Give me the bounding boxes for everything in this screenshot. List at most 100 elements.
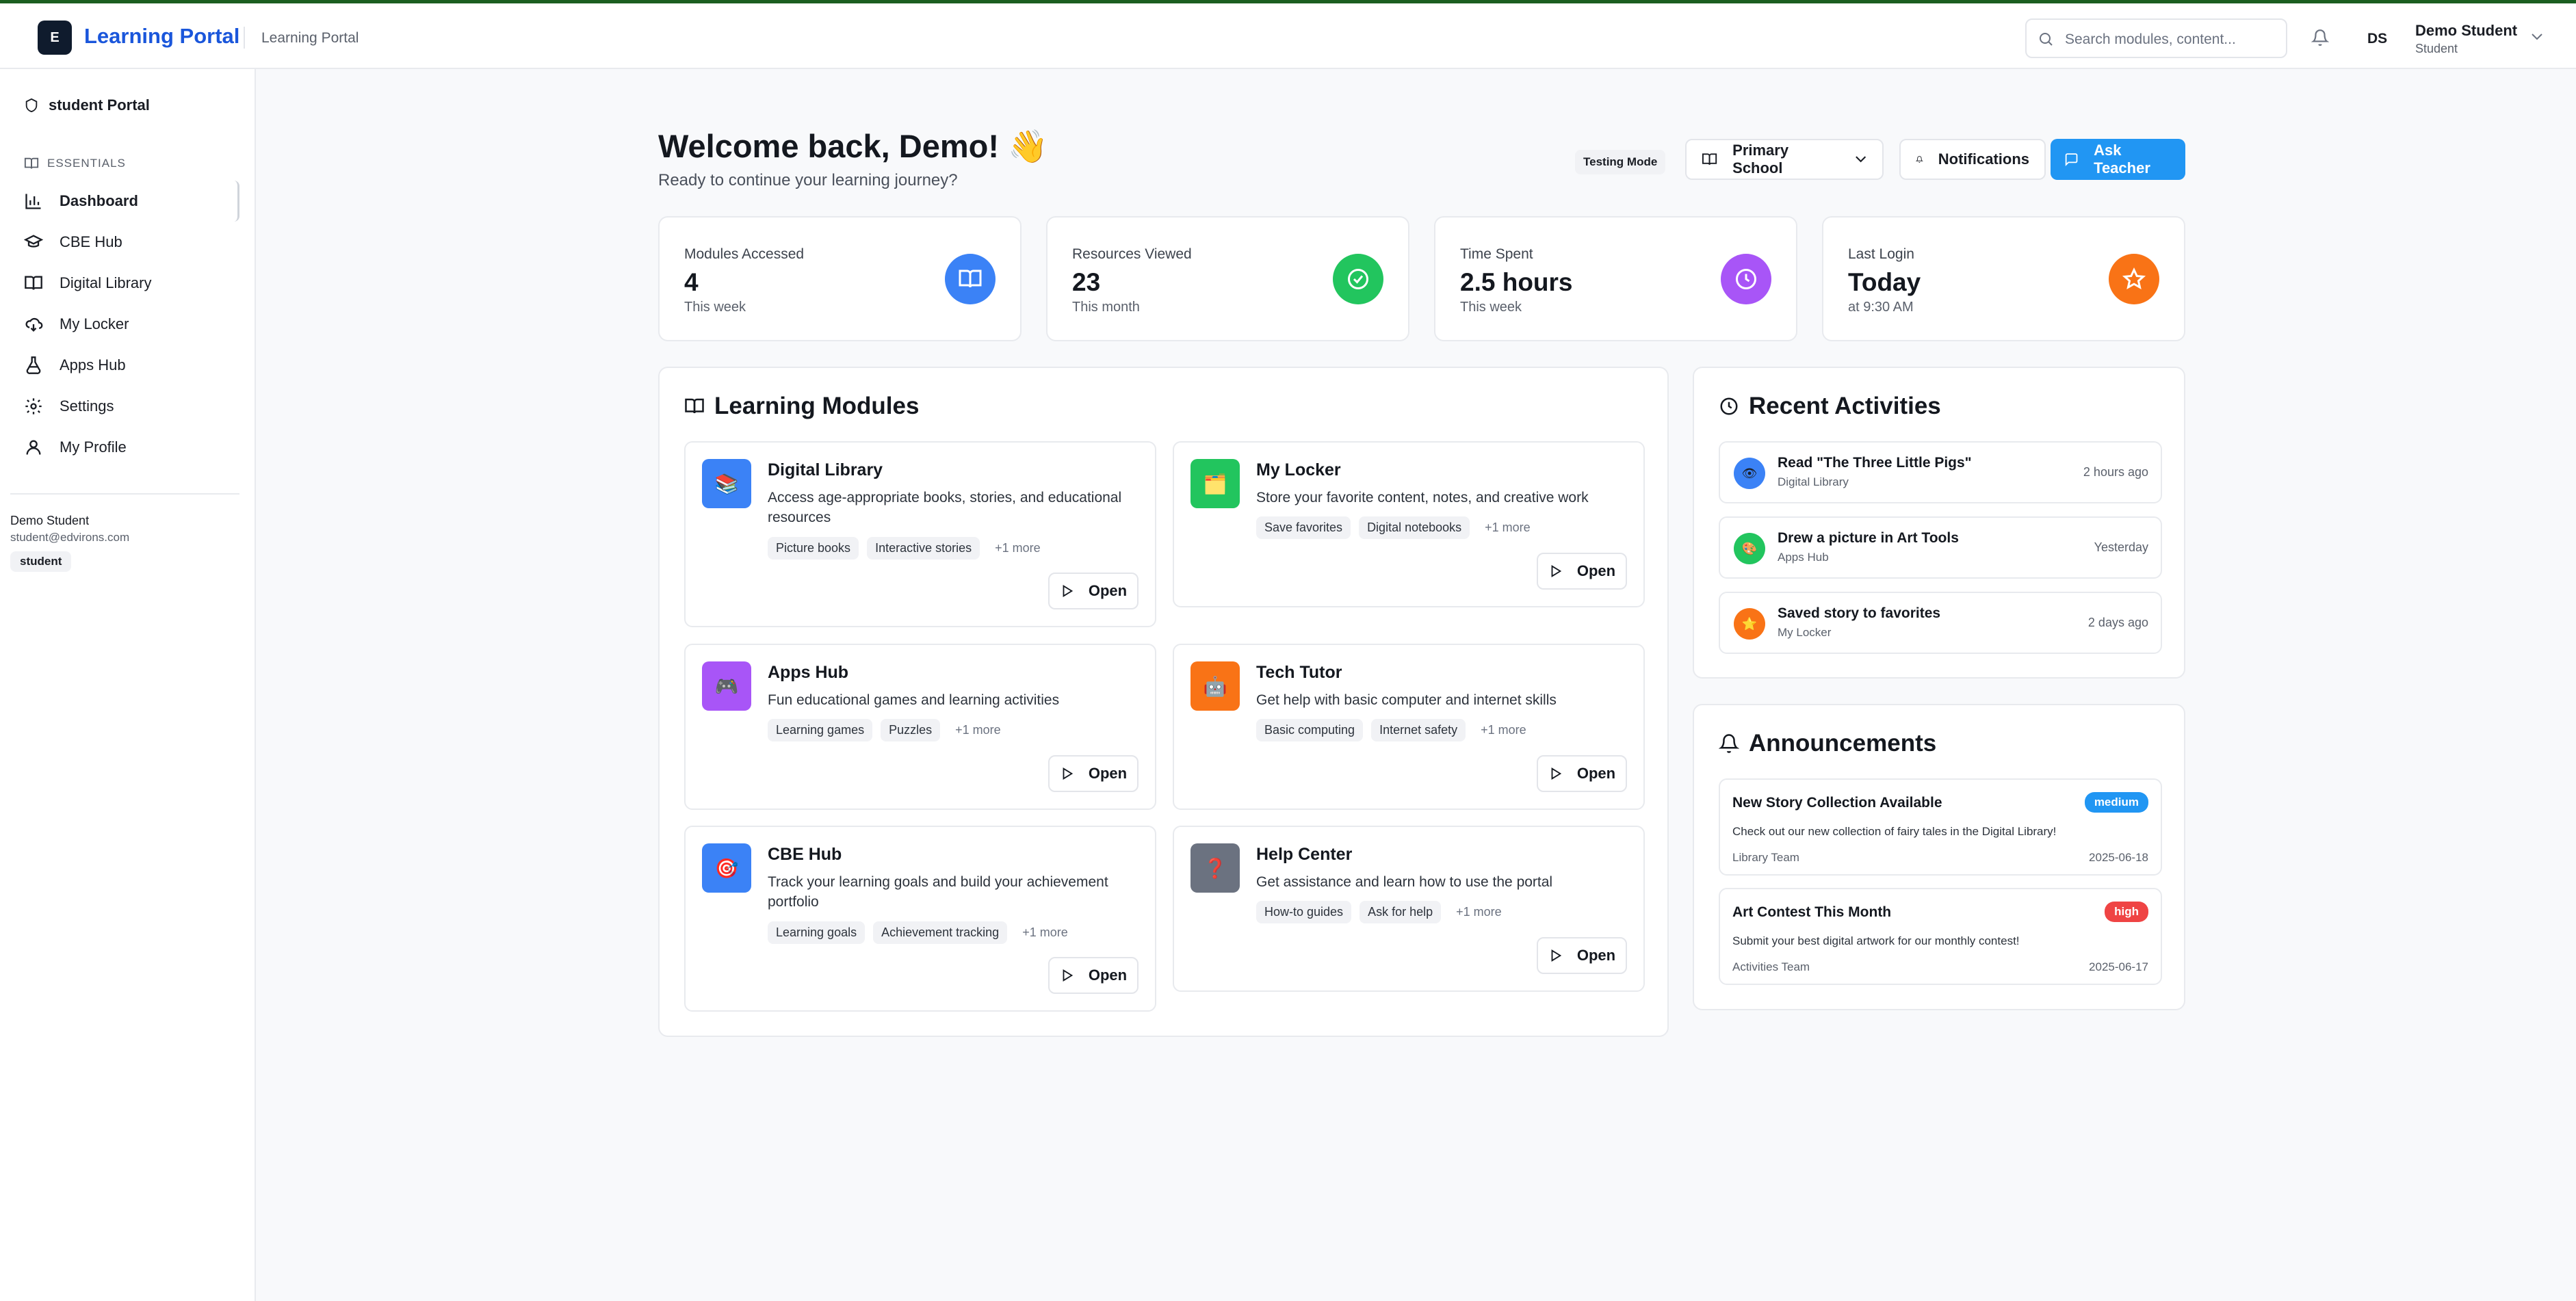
page-subtitle: Ready to continue your learning journey? — [658, 171, 958, 189]
open-label: Open — [1088, 765, 1128, 782]
open-button[interactable]: Open — [1537, 755, 1627, 792]
activity-title: Read "The Three Little Pigs" — [1778, 455, 1972, 471]
open-button[interactable]: Open — [1537, 937, 1627, 974]
priority-badge: high — [2105, 902, 2148, 922]
sidebar: student Portal ESSENTIALS Dashboard CBE … — [0, 69, 256, 1301]
panel-title: Announcements — [1719, 730, 1936, 757]
search-input[interactable]: Search modules, content... — [2025, 18, 2287, 58]
sidebar-item-digital-library[interactable]: Digital Library — [10, 263, 239, 304]
module-title: My Locker — [1256, 460, 1341, 479]
avatar[interactable]: DS — [2367, 31, 2387, 47]
ask-teacher-button[interactable]: Ask Teacher — [2051, 139, 2185, 180]
open-label: Open — [1088, 582, 1128, 599]
module-tags: Learning goals Achievement tracking +1 m… — [768, 921, 1068, 944]
tag: Internet safety — [1371, 719, 1466, 741]
module-title: CBE Hub — [768, 845, 842, 864]
stat-sub: This month — [1072, 300, 1140, 315]
activity-time: Yesterday — [2094, 540, 2148, 554]
sidebar-item-my-profile[interactable]: My Profile — [10, 427, 239, 468]
module-card-digital-library[interactable]: 📚 Digital Library Access age-appropriate… — [684, 441, 1156, 627]
tag: Achievement tracking — [873, 921, 1008, 944]
announcement-author: Activities Team — [1732, 960, 1810, 973]
stat-label: Time Spent — [1460, 246, 1533, 262]
sidebar-item-my-locker[interactable]: My Locker — [10, 304, 239, 345]
search-placeholder: Search modules, content... — [2065, 31, 2236, 47]
sidebar-item-apps-hub[interactable]: Apps Hub — [10, 345, 239, 386]
module-tags: Picture books Interactive stories +1 mor… — [768, 537, 1041, 560]
sidebar-item-cbe-hub[interactable]: CBE Hub — [10, 222, 239, 263]
notifications-button[interactable]: Notifications — [1899, 139, 2046, 180]
activity-source: Apps Hub — [1778, 551, 1829, 564]
section-label: ESSENTIALS — [24, 156, 126, 171]
module-tags: Basic computing Internet safety +1 more — [1256, 719, 1526, 741]
eye-icon: 👁 — [1734, 458, 1765, 489]
user-menu[interactable]: Demo Student Student — [2415, 22, 2517, 56]
module-tags: Learning games Puzzles +1 more — [768, 719, 1001, 741]
module-title: Help Center — [1256, 845, 1353, 864]
open-button[interactable]: Open — [1048, 957, 1139, 994]
open-button[interactable]: Open — [1048, 573, 1139, 609]
activity-item[interactable]: 🎨 Drew a picture in Art Tools Apps Hub Y… — [1719, 516, 2162, 579]
sidebar-item-settings[interactable]: Settings — [10, 386, 239, 427]
sidebar-item-label: Settings — [60, 397, 114, 415]
open-button[interactable]: Open — [1537, 553, 1627, 590]
stat-value: 2.5 hours — [1460, 268, 1573, 296]
stat-sub: This week — [684, 300, 746, 315]
open-label: Open — [1576, 765, 1616, 782]
activity-time: 2 hours ago — [2083, 465, 2148, 479]
stat-card-resources: Resources Viewed 23 This month — [1046, 216, 1409, 341]
stat-label: Resources Viewed — [1072, 246, 1192, 262]
portal-title-label: student Portal — [49, 96, 150, 114]
sidebar-item-dashboard[interactable]: Dashboard — [10, 181, 239, 222]
divider — [10, 493, 239, 495]
logo[interactable]: E — [38, 21, 72, 55]
announcement-item[interactable]: New Story Collection Available medium Ch… — [1719, 778, 2162, 876]
tag: Basic computing — [1256, 719, 1364, 741]
more-tags: +1 more — [995, 541, 1041, 555]
module-description: Fun educational games and learning activ… — [768, 692, 1060, 708]
play-icon — [1063, 585, 1074, 597]
clock-icon — [1720, 397, 1738, 415]
more-tags: +1 more — [1481, 723, 1526, 737]
bell-icon[interactable] — [2311, 28, 2329, 47]
tag: Learning games — [768, 719, 873, 741]
module-card-my-locker[interactable]: 🗂️ My Locker Store your favorite content… — [1173, 441, 1645, 607]
more-tags: +1 more — [955, 723, 1001, 737]
graduation-cap-icon — [24, 235, 43, 248]
announcement-date: 2025-06-17 — [2089, 960, 2148, 973]
module-description: Get help with basic computer and interne… — [1256, 692, 1557, 708]
book-open-icon — [685, 398, 704, 414]
module-card-apps-hub[interactable]: 🎮 Apps Hub Fun educational games and lea… — [684, 644, 1156, 810]
module-card-help-center[interactable]: ❓ Help Center Get assistance and learn h… — [1173, 826, 1645, 992]
sidebar-item-label: Digital Library — [60, 274, 152, 291]
folder-icon: 🗂️ — [1191, 459, 1240, 508]
activity-title: Saved story to favorites — [1778, 605, 1941, 621]
activity-time: 2 days ago — [2087, 616, 2148, 629]
activity-item[interactable]: 👁 Read "The Three Little Pigs" Digital L… — [1719, 441, 2162, 503]
top-bar: E Learning Portal Learning Portal Search… — [0, 0, 2576, 69]
announcement-title: New Story Collection Available — [1732, 795, 1942, 811]
sidebar-item-label: My Locker — [60, 315, 129, 332]
open-label: Open — [1088, 967, 1128, 984]
recent-activities-panel: Recent Activities 👁 Read "The Three Litt… — [1693, 367, 2185, 679]
module-card-cbe-hub[interactable]: 🎯 CBE Hub Track your learning goals and … — [684, 826, 1156, 1012]
chevron-down-icon[interactable] — [2530, 32, 2544, 42]
level-select[interactable]: Primary School — [1685, 139, 1884, 180]
module-card-tech-tutor[interactable]: 🤖 Tech Tutor Get help with basic compute… — [1173, 644, 1645, 810]
play-icon — [1551, 949, 1562, 962]
bell-icon — [1916, 156, 1923, 163]
open-button[interactable]: Open — [1048, 755, 1139, 792]
book-icon — [945, 254, 996, 304]
panel-title-text: Learning Modules — [714, 393, 920, 419]
tag: Puzzles — [881, 719, 941, 741]
cloud-download-icon — [25, 317, 43, 332]
star-icon: ⭐ — [1734, 608, 1765, 640]
level-select-value: Primary School — [1732, 142, 1789, 176]
announcement-author: Library Team — [1732, 851, 1799, 864]
search-icon — [2040, 33, 2053, 46]
activity-item[interactable]: ⭐ Saved story to favorites My Locker 2 d… — [1719, 592, 2162, 654]
brand-subtitle: Learning Portal — [261, 30, 359, 46]
ask-teacher-label: Ask Teacher — [2094, 142, 2150, 176]
announcement-item[interactable]: Art Contest This Month high Submit your … — [1719, 888, 2162, 985]
brand-title[interactable]: Learning Portal — [84, 24, 239, 49]
